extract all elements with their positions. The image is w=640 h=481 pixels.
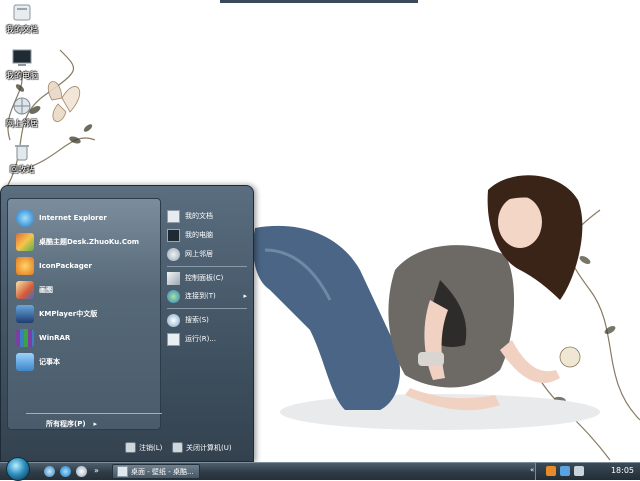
start-menu-programs-pane: Internet Explorer 桌酷主题Desk.ZhuoKu.Com Ic… (7, 198, 162, 430)
all-programs-button[interactable]: 所有程序(P) ▸ (46, 419, 97, 429)
arrow-right-icon: ▸ (243, 292, 247, 300)
desktop-icon-my-computer[interactable]: 我的电脑 (0, 48, 47, 81)
program-label: 记事本 (39, 358, 60, 366)
clock[interactable]: 18:05 (611, 466, 634, 475)
start-button[interactable] (6, 457, 30, 481)
logoff-icon (125, 442, 136, 453)
desktop-icon-label: 网上邻居 (6, 119, 38, 128)
place-my-documents[interactable]: 我的文档 (167, 208, 251, 224)
paint-icon (16, 281, 34, 299)
recycle-bin-icon (11, 142, 33, 162)
logoff-label: 注销(L) (139, 443, 163, 452)
place-label: 我的文档 (185, 212, 213, 220)
program-label: WinRAR (39, 334, 71, 342)
program-internet-explorer[interactable]: Internet Explorer (16, 207, 161, 229)
search-icon (167, 313, 180, 327)
quick-launch-overflow-icon[interactable]: » (94, 466, 99, 475)
desktop-icon-recycle-bin[interactable]: 回收站 (0, 142, 47, 175)
place-label: 运行(R)... (185, 335, 217, 343)
quick-launch-desktop-icon[interactable] (44, 466, 55, 477)
place-label: 搜索(S) (185, 316, 209, 324)
arrow-right-icon: ▸ (93, 420, 98, 428)
desktop-icon-network[interactable]: 网上邻居 (0, 96, 47, 129)
program-notepad[interactable]: 记事本 (16, 351, 161, 373)
desktop-icon-my-documents[interactable]: 我的文档 (0, 2, 47, 35)
place-label: 连接到(T) (185, 292, 216, 300)
program-zhuoku-theme[interactable]: 桌酷主题Desk.ZhuoKu.Com (16, 231, 161, 253)
start-menu-footer: 注销(L) 关闭计算机(U) (1, 437, 253, 461)
network-icon (167, 247, 180, 261)
desktop-icon-label: 我的电脑 (6, 71, 38, 80)
start-menu-places-pane: 我的文档 我的电脑 网上邻居 控制面板(C) 连接到(T) ▸ 搜索(S) 运行… (163, 200, 251, 430)
program-paint[interactable]: 画图 (16, 279, 161, 301)
iconpackager-icon (16, 257, 34, 275)
system-tray: « 18:05 (530, 463, 640, 480)
internet-explorer-icon (16, 209, 34, 227)
place-label: 网上邻居 (185, 250, 213, 258)
network-icon (11, 96, 33, 116)
place-connect-to[interactable]: 连接到(T) ▸ (167, 288, 251, 304)
place-label: 我的电脑 (185, 231, 213, 239)
theme-icon (16, 233, 34, 251)
desktop-icon-label: 回收站 (10, 165, 34, 174)
wallpaper-top-strip (220, 0, 418, 3)
program-winrar[interactable]: WinRAR (16, 327, 161, 349)
power-icon (172, 442, 183, 453)
control-panel-icon (167, 271, 180, 285)
documents-icon (167, 209, 180, 223)
program-kmplayer[interactable]: KMPlayer中文版 (16, 303, 161, 325)
menu-divider (26, 413, 162, 414)
menu-divider (167, 308, 247, 309)
program-label: IconPackager (39, 262, 92, 270)
volume-icon[interactable] (574, 466, 584, 476)
program-label: 画图 (39, 286, 53, 294)
logoff-button[interactable]: 注销(L) (125, 442, 162, 453)
taskbar-window-label: 桌面 - 壁纸 - 桌酷... (131, 467, 194, 476)
shield-icon[interactable] (546, 466, 556, 476)
start-menu: Internet Explorer 桌酷主题Desk.ZhuoKu.Com Ic… (0, 185, 254, 462)
folder-icon (11, 2, 33, 22)
notepad-icon (16, 353, 34, 371)
program-label: 桌酷主题Desk.ZhuoKu.Com (39, 238, 140, 246)
all-programs-label: 所有程序(P) (46, 420, 86, 428)
place-control-panel[interactable]: 控制面板(C) (167, 270, 251, 286)
shutdown-button[interactable]: 关闭计算机(U) (172, 442, 232, 453)
program-iconpackager[interactable]: IconPackager (16, 255, 161, 277)
connect-icon (167, 289, 180, 303)
network-status-icon[interactable] (560, 466, 570, 476)
place-search[interactable]: 搜索(S) (167, 312, 251, 328)
program-label: Internet Explorer (39, 214, 107, 222)
desktop-icon-label: 我的文档 (6, 25, 38, 34)
program-label: KMPlayer中文版 (39, 310, 98, 318)
tray-expand-icon[interactable]: « (530, 466, 534, 474)
menu-divider (167, 266, 247, 267)
place-run[interactable]: 运行(R)... (167, 331, 251, 347)
computer-icon (167, 228, 180, 242)
quick-launch-media-icon[interactable] (76, 466, 87, 477)
place-label: 控制面板(C) (185, 274, 224, 282)
taskbar-window-button[interactable]: 桌面 - 壁纸 - 桌酷... (112, 464, 200, 479)
kmplayer-icon (16, 305, 34, 323)
taskbar: » 桌面 - 壁纸 - 桌酷... « 18:05 (0, 457, 640, 481)
window-icon (117, 466, 128, 477)
winrar-icon (16, 329, 34, 347)
place-my-computer[interactable]: 我的电脑 (167, 227, 251, 243)
computer-icon (11, 48, 33, 68)
run-icon (167, 332, 180, 346)
place-network[interactable]: 网上邻居 (167, 246, 251, 262)
quick-launch-ie-icon[interactable] (60, 466, 71, 477)
shutdown-label: 关闭计算机(U) (186, 443, 232, 452)
